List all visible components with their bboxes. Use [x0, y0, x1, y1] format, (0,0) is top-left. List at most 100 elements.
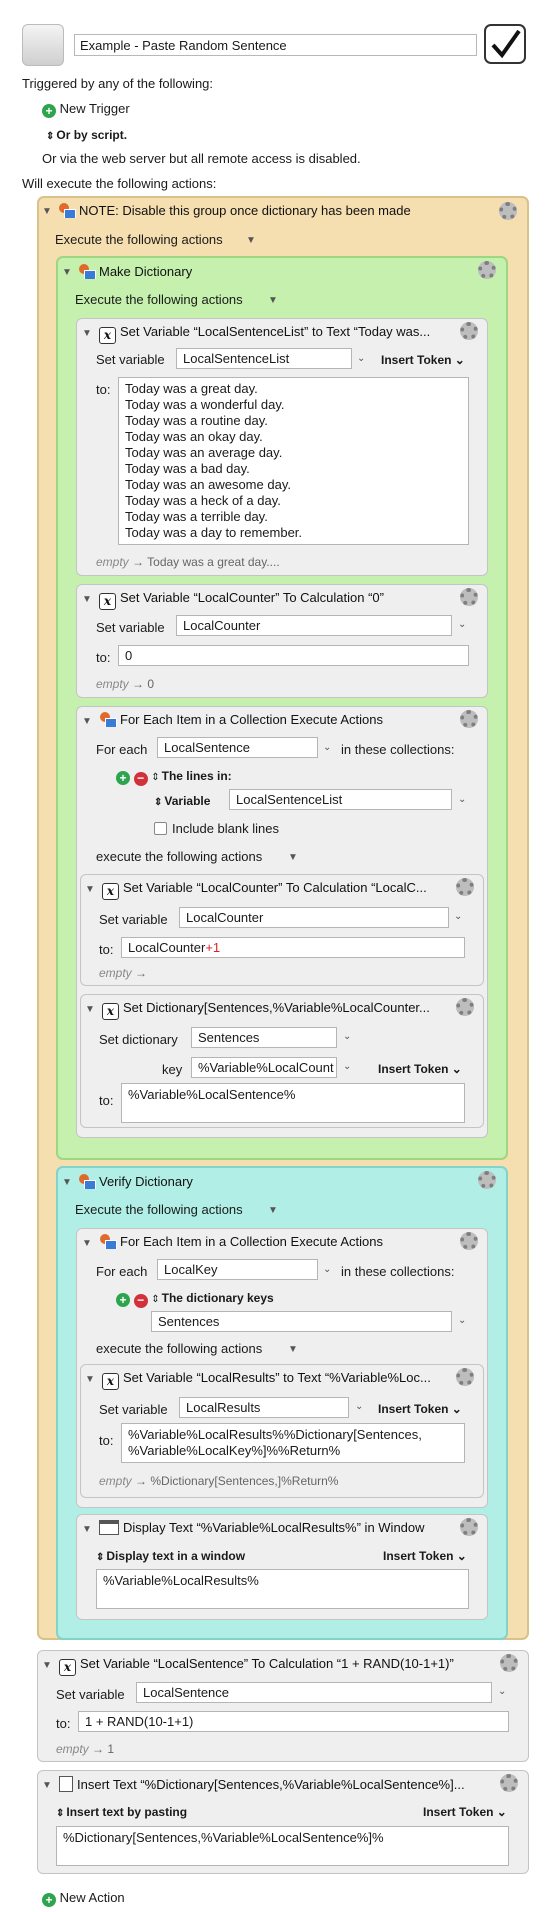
value-text-area[interactable]: %Variable%LocalSentence%: [121, 1083, 465, 1123]
result-preview: empty → Today was a great day....: [96, 555, 280, 569]
make-exec-label: Execute the following actions: [75, 292, 243, 307]
gear-icon[interactable]: [460, 710, 478, 728]
disclosure-triangle-icon[interactable]: ▼: [82, 716, 92, 727]
plus-icon: +: [42, 1893, 56, 1907]
plus-icon[interactable]: +: [116, 1293, 130, 1307]
calculation-field[interactable]: LocalCounter+1: [121, 937, 465, 958]
variable-name-field[interactable]: LocalResults: [179, 1397, 349, 1418]
calculation-field[interactable]: 0: [118, 645, 469, 666]
disclosure-triangle-icon[interactable]: ▼: [85, 1374, 95, 1385]
chevron-down-icon[interactable]: ⌄: [343, 1031, 351, 1042]
disclosure-triangle-icon[interactable]: ▼: [82, 594, 92, 605]
dictionary-name-field[interactable]: Sentences: [191, 1027, 337, 1048]
calculation-field[interactable]: 1 + RAND(10-1+1): [78, 1711, 509, 1732]
verify-exec-label: Execute the following actions: [75, 1202, 243, 1217]
insert-token-button[interactable]: Insert Token ⌄: [383, 1549, 467, 1563]
disclosure-triangle-icon[interactable]: ▼: [82, 1524, 92, 1535]
plus-icon[interactable]: +: [116, 771, 130, 785]
chevron-down-icon[interactable]: ⌄: [458, 1315, 466, 1326]
arrow-right-icon: →: [135, 966, 148, 980]
new-trigger-label: New Trigger: [59, 101, 130, 116]
insert-mode-select[interactable]: ⇕ Insert text by pasting: [56, 1805, 187, 1819]
checkbox[interactable]: [154, 822, 167, 835]
collection-type[interactable]: The dictionary keys: [162, 1291, 274, 1305]
variable-x-icon: x: [102, 1003, 119, 1020]
chevron-down-icon[interactable]: ▼: [268, 295, 278, 306]
gear-icon[interactable]: [460, 588, 478, 606]
minus-icon[interactable]: −: [133, 1294, 148, 1308]
variable-label[interactable]: ⇕ Variable: [154, 794, 210, 808]
chevron-down-icon[interactable]: ⌄: [458, 619, 466, 630]
disclosure-triangle-icon[interactable]: ▼: [85, 1004, 95, 1015]
insert-token-button[interactable]: Insert Token ⌄: [423, 1805, 507, 1819]
new-action-button[interactable]: + New Action: [42, 1890, 125, 1907]
variable-name-field[interactable]: LocalCounter: [179, 907, 449, 928]
gear-icon[interactable]: [500, 1774, 518, 1792]
enabled-checkbox[interactable]: [484, 24, 526, 64]
text-area[interactable]: %Variable%LocalResults%%Dictionary[Sente…: [121, 1423, 465, 1463]
chevron-down-icon[interactable]: ⌄: [323, 1264, 331, 1275]
insert-token-button[interactable]: Insert Token ⌄: [381, 353, 465, 367]
chevron-down-icon[interactable]: ⌄: [454, 911, 462, 922]
chevron-down-icon[interactable]: ⌄: [343, 1061, 351, 1072]
gear-icon[interactable]: [460, 1232, 478, 1250]
set-variable-label: Set variable: [56, 1687, 125, 1702]
loop-variable-field[interactable]: LocalSentence: [157, 737, 318, 758]
disclosure-triangle-icon[interactable]: ▼: [42, 1780, 52, 1791]
chevron-down-icon[interactable]: ⌄: [498, 1686, 506, 1697]
variable-name-field[interactable]: LocalSentenceList: [176, 348, 352, 369]
variable-name-field[interactable]: LocalCounter: [176, 615, 452, 636]
chevron-down-icon[interactable]: ▼: [288, 852, 298, 863]
chevron-down-icon[interactable]: ⌄: [355, 1401, 363, 1412]
action-title: Display Text “%Variable%LocalResults%” i…: [99, 1520, 425, 1535]
variable-x-icon: x: [99, 593, 116, 610]
disclosure-triangle-icon[interactable]: ▼: [62, 267, 72, 278]
disclosure-triangle-icon[interactable]: ▼: [42, 206, 52, 217]
gear-icon[interactable]: [456, 878, 474, 896]
text-area[interactable]: %Variable%LocalResults%: [96, 1569, 469, 1609]
chevron-down-icon[interactable]: ▼: [268, 1205, 278, 1216]
gear-icon[interactable]: [478, 261, 496, 279]
gear-icon[interactable]: [460, 322, 478, 340]
variable-name-field[interactable]: LocalSentence: [136, 1682, 492, 1703]
dictionary-field[interactable]: Sentences: [151, 1311, 452, 1332]
chevron-down-icon[interactable]: ▼: [246, 235, 256, 246]
disclosure-triangle-icon[interactable]: ▼: [62, 1177, 72, 1188]
gear-icon[interactable]: [460, 1518, 478, 1536]
result-preview: empty →: [99, 966, 148, 980]
dictionary-key-field[interactable]: %Variable%LocalCount: [191, 1057, 337, 1078]
macro-name-field[interactable]: Example - Paste Random Sentence: [74, 34, 477, 56]
gear-icon[interactable]: [456, 1368, 474, 1386]
verify-group-title: Verify Dictionary: [78, 1174, 193, 1189]
insert-token-button[interactable]: Insert Token ⌄: [378, 1062, 462, 1076]
new-trigger-button[interactable]: + New Trigger: [42, 101, 130, 118]
chevron-down-icon[interactable]: ⌄: [357, 353, 365, 364]
disclosure-triangle-icon[interactable]: ▼: [82, 328, 92, 339]
include-blank-checkbox[interactable]: Include blank lines: [154, 821, 279, 836]
gear-icon[interactable]: [456, 998, 474, 1016]
plus-icon: +: [42, 104, 56, 118]
gear-icon[interactable]: [500, 1654, 518, 1672]
minus-icon[interactable]: −: [133, 772, 148, 786]
source-variable-field[interactable]: LocalSentenceList: [229, 789, 452, 810]
collection-type[interactable]: The lines in:: [162, 769, 232, 783]
or-by-script[interactable]: ⇕ Or by script.: [46, 128, 127, 142]
chevron-down-icon[interactable]: ⌄: [458, 794, 466, 805]
disclosure-triangle-icon[interactable]: ▼: [42, 1660, 52, 1671]
variable-x-icon: x: [59, 1659, 76, 1676]
text-area[interactable]: %Dictionary[Sentences,%Variable%LocalSen…: [56, 1826, 509, 1866]
chevron-down-icon[interactable]: ⌄: [323, 742, 331, 753]
text-area[interactable]: Today was a great day. Today was a wonde…: [118, 377, 469, 545]
gear-icon[interactable]: [499, 202, 517, 220]
for-each-label: For each: [96, 742, 148, 757]
in-collections-label: in these collections:: [341, 742, 455, 757]
action-title: x Set Variable “LocalCounter” To Calculat…: [99, 590, 384, 610]
disclosure-triangle-icon[interactable]: ▼: [82, 1238, 92, 1249]
note-exec-label: Execute the following actions: [55, 232, 223, 247]
loop-variable-field[interactable]: LocalKey: [157, 1259, 318, 1280]
disclosure-triangle-icon[interactable]: ▼: [85, 884, 95, 895]
insert-token-button[interactable]: Insert Token ⌄: [378, 1402, 462, 1416]
chevron-down-icon[interactable]: ▼: [288, 1344, 298, 1355]
display-mode-select[interactable]: ⇕ Display text in a window: [96, 1549, 245, 1563]
gear-icon[interactable]: [478, 1171, 496, 1189]
